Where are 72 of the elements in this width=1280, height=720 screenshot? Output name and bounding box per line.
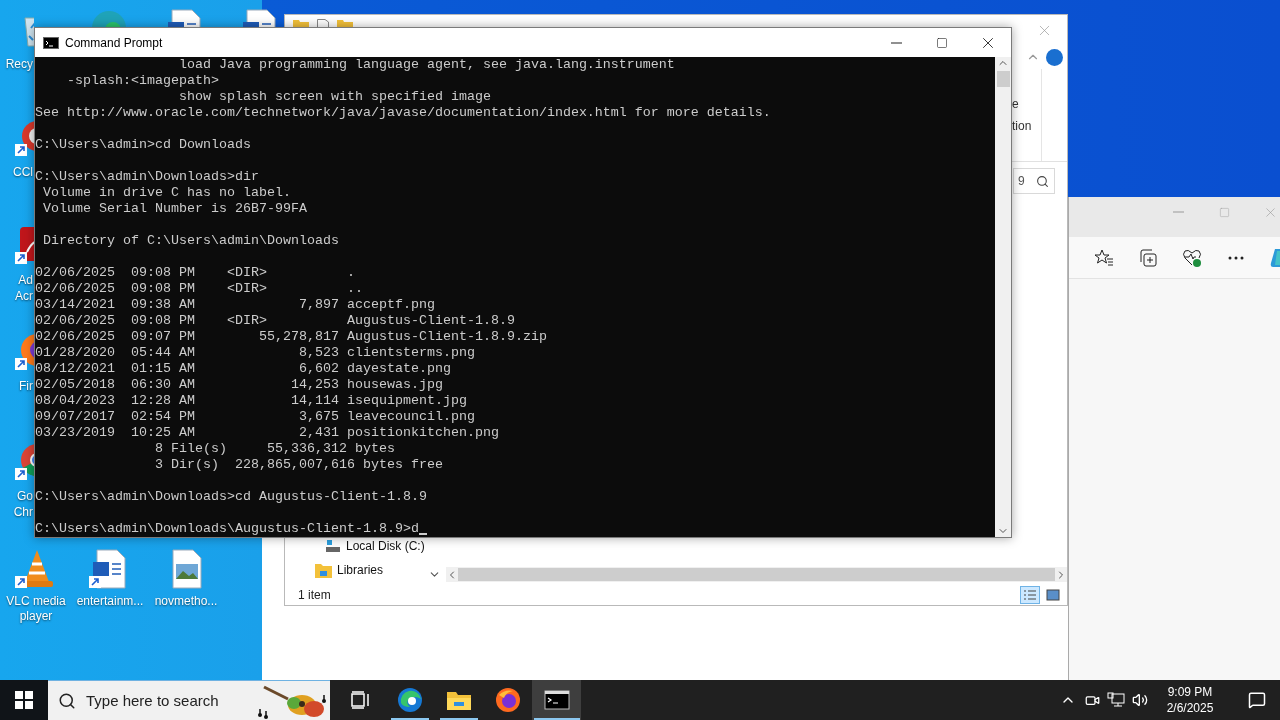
star-list-icon bbox=[1094, 247, 1114, 268]
console-line: 02/06/2025 09:08 PM <DIR> Augustus-Client-1.8.9 bbox=[35, 313, 515, 329]
search-field[interactable]: 9 bbox=[1013, 168, 1055, 194]
desktop-icon-label: Go Chr bbox=[12, 488, 33, 520]
ribbon-label: tion bbox=[1012, 118, 1032, 135]
minimize-icon bbox=[1172, 211, 1184, 213]
network-icon bbox=[1107, 692, 1125, 708]
vertical-scrollbar[interactable] bbox=[995, 57, 1011, 537]
nav-item[interactable]: Local Disk (C:) bbox=[285, 537, 428, 555]
window-title: Command Prompt bbox=[65, 35, 164, 50]
console-line: See http://www.oracle.com/technetwork/java/javase/documentation/index.html for more details. bbox=[35, 105, 771, 121]
console-line: -splash:<imagepath> bbox=[66, 73, 219, 89]
terminal-icon bbox=[43, 36, 59, 49]
taskbar-app-button[interactable] bbox=[532, 680, 581, 720]
desktop-icon-label: novmetho... bbox=[154, 594, 218, 609]
speech-bubble-icon bbox=[1248, 691, 1266, 709]
console-line: 02/05/2018 06:30 AM 14,253 housewas.jpg bbox=[35, 377, 443, 393]
desktop-icon-label: VLC media player bbox=[6, 594, 66, 624]
console-line: 03/23/2019 10:25 AM 2,431 positionkitchen.png bbox=[35, 425, 499, 441]
details-list-icon bbox=[1023, 589, 1037, 601]
ribbon-label: e bbox=[1012, 96, 1019, 113]
search-icon bbox=[58, 691, 76, 710]
image-icon bbox=[1046, 589, 1060, 601]
browser-icon bbox=[396, 687, 423, 713]
nav-item[interactable]: Libraries bbox=[285, 561, 428, 579]
console-line: load Java programming language agent, see java.lang.instrument bbox=[177, 57, 675, 73]
drive-icon bbox=[325, 539, 341, 553]
console-line: Volume Serial Number is 26B7-99FA bbox=[42, 201, 307, 217]
desktop-icon-label: CCl bbox=[12, 164, 33, 180]
terminal-icon bbox=[543, 690, 570, 710]
console-line: 02/06/2025 09:08 PM <DIR> . bbox=[35, 265, 355, 281]
console-line: Directory of C:\Users\admin\Downloads bbox=[42, 233, 339, 249]
console-line: C:\Users\admin\Downloads>cd Augustus-Client-1.8.9 bbox=[35, 489, 427, 505]
maximize-icon bbox=[1218, 206, 1230, 218]
collections-icon bbox=[1138, 247, 1158, 268]
console-line: C:\Users\admin\Downloads>dir bbox=[35, 169, 259, 185]
folder-icon bbox=[315, 562, 332, 578]
console-line: 3 Dir(s) 228,865,007,616 bytes free bbox=[153, 457, 443, 473]
more-icon bbox=[1228, 255, 1244, 260]
desktop-icon-label: Ad Acr bbox=[14, 272, 33, 304]
console-line: 08/12/2021 01:15 AM 6,602 dayestate.png bbox=[35, 361, 451, 377]
console-line: 8 File(s) 55,336,312 bytes bbox=[153, 441, 395, 457]
console-line: 09/07/2017 02:54 PM 3,675 leavecouncil.png bbox=[35, 409, 475, 425]
maximize-icon bbox=[936, 36, 948, 49]
console-line: C:\Users\admin>cd Downloads bbox=[35, 137, 251, 153]
help-icon[interactable] bbox=[1046, 48, 1063, 66]
task-view-icon bbox=[350, 691, 371, 709]
console-line: 03/14/2021 09:38 AM 7,897 acceptf.png bbox=[35, 297, 435, 313]
volume-icon bbox=[1132, 692, 1148, 708]
start-button[interactable] bbox=[0, 680, 48, 720]
windows-logo-icon bbox=[15, 691, 33, 709]
console-line: show splash screen with specified image bbox=[177, 89, 491, 105]
heart-pulse-icon bbox=[1182, 247, 1202, 268]
desktop-icon-label: Fir bbox=[18, 378, 33, 394]
search-field[interactable]: Type here to search bbox=[48, 680, 330, 720]
large-icons-view-button[interactable] bbox=[1043, 586, 1063, 604]
search-icon bbox=[1036, 174, 1049, 188]
desktop-icon-label: entertainm... bbox=[76, 594, 144, 609]
console-line: C:\Users\admin\Downloads\Augustus-Client-1.8.9>d bbox=[35, 521, 427, 537]
item-count: 1 item bbox=[298, 588, 331, 602]
scroll-thumb[interactable] bbox=[996, 71, 1010, 87]
console-line: 01/28/2020 05:44 AM 8,523 clientsterms.png bbox=[35, 345, 475, 361]
console-line: 02/06/2025 09:08 PM <DIR> .. bbox=[35, 281, 363, 297]
folder-icon bbox=[445, 689, 472, 711]
console-line: 08/04/2023 12:28 AM 14,114 isequipment.jpg bbox=[35, 393, 467, 409]
console-line: 02/06/2025 09:07 PM 55,278,817 Augustus-Client-1.8.9.zip bbox=[35, 329, 547, 345]
clock[interactable]: 9:09 PM 2/6/2025 bbox=[1152, 680, 1228, 720]
fox-globe-icon bbox=[494, 687, 521, 713]
desktop-icon-label: Recy bbox=[4, 56, 33, 72]
search-text: 9 bbox=[1018, 174, 1025, 188]
minimize-icon bbox=[890, 41, 902, 44]
console-line: Volume in drive C has no label. bbox=[42, 185, 291, 201]
